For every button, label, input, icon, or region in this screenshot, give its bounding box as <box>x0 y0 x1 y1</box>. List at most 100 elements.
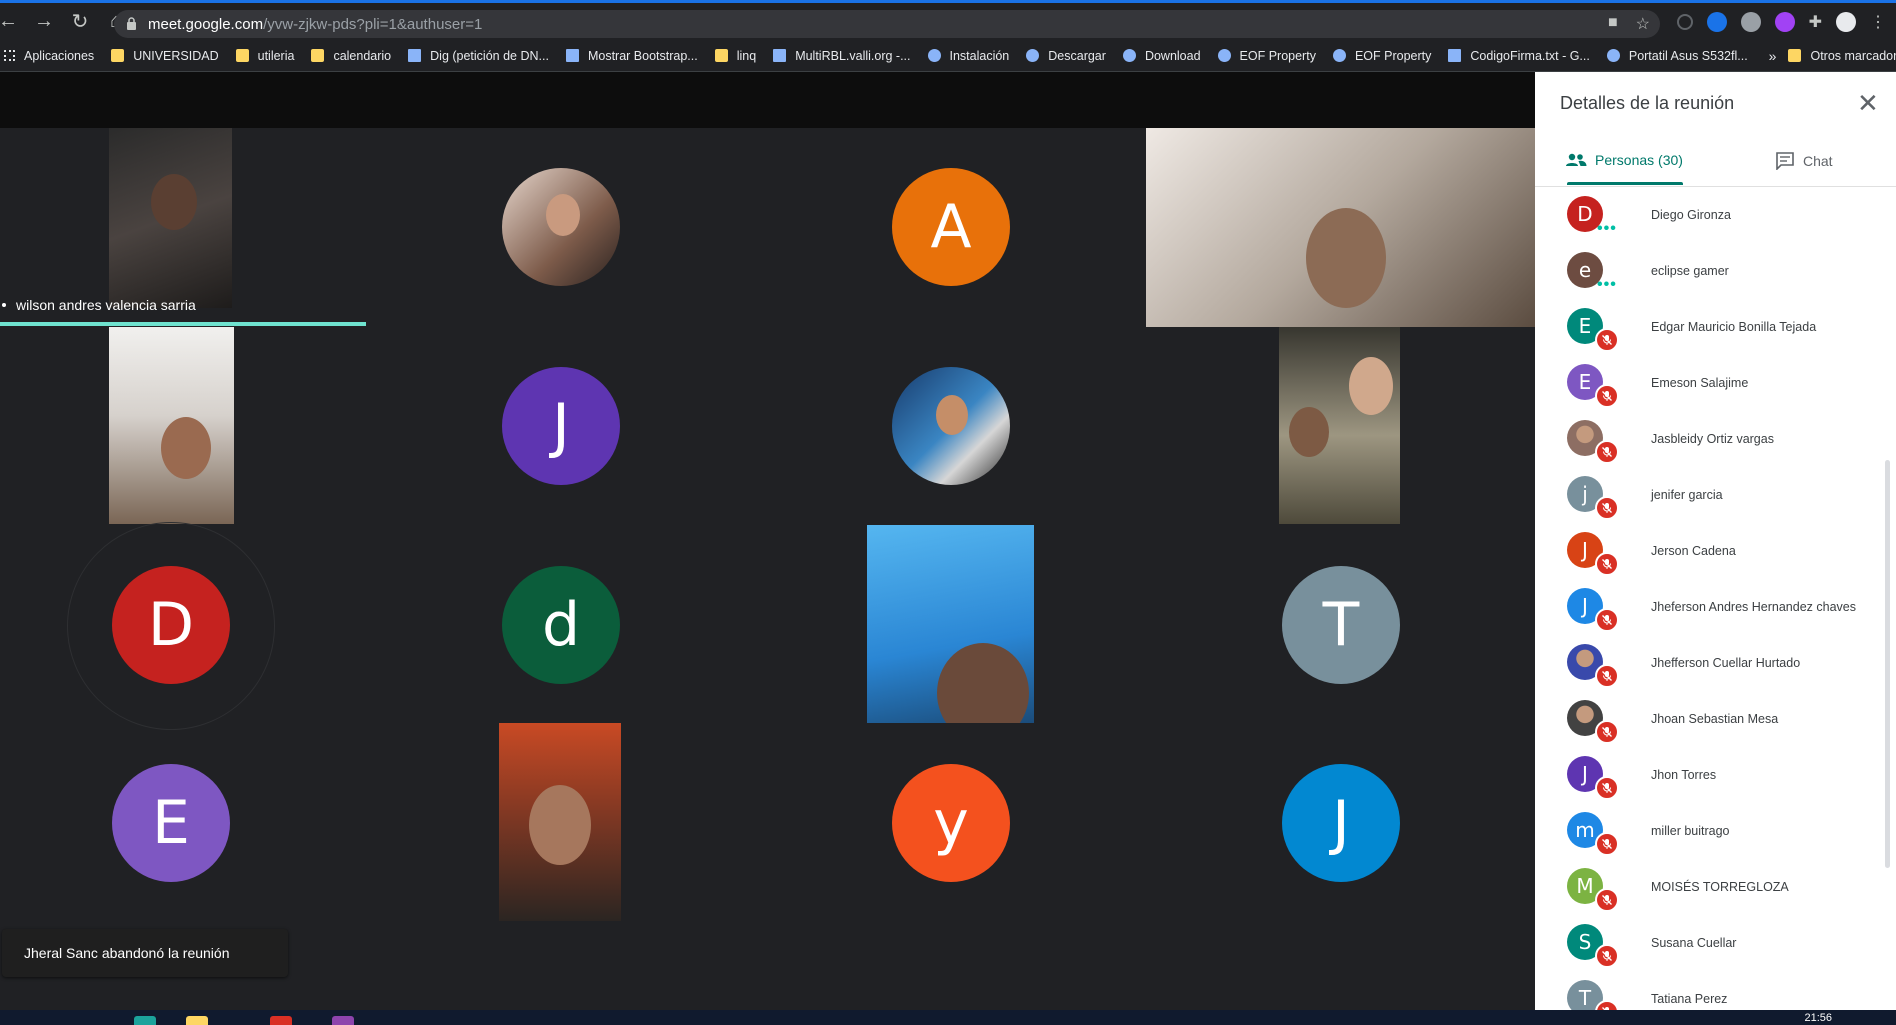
participant-avatar: d <box>502 566 620 684</box>
reload-icon[interactable]: ↻ <box>66 8 94 36</box>
browser-toolbar: ← → ↻ ⌂ meet.google.com /yvw-zjkw-pds?pl… <box>0 0 1896 40</box>
participant-row[interactable]: e ••• eclipse gamer <box>1535 244 1896 300</box>
active-speaker-name: wilson andres valencia sarria <box>2 297 196 313</box>
participant-video <box>867 525 1034 723</box>
bookmark-item[interactable]: Descargar <box>1026 49 1106 63</box>
mic-off-icon <box>1595 328 1619 352</box>
puzzle-extensions-icon[interactable]: ✚ <box>1809 12 1822 32</box>
mic-off-icon <box>1595 888 1619 912</box>
profile-avatar[interactable] <box>1836 12 1856 32</box>
extension-icon[interactable] <box>1774 12 1795 32</box>
stage-top-strip <box>0 72 1535 128</box>
extension-icon[interactable] <box>1706 12 1727 32</box>
menu-kebab-icon[interactable]: ⋮ <box>1870 12 1886 32</box>
mic-off-icon <box>1595 608 1619 632</box>
participant-row[interactable]: m miller buitrago <box>1535 804 1896 860</box>
bookmark-item[interactable]: EOF Property <box>1217 49 1316 63</box>
participant-row[interactable]: Jasbleidy Ortiz vargas <box>1535 412 1896 468</box>
participant-row[interactable]: J Jerson Cadena <box>1535 524 1896 580</box>
apps-grid-icon <box>4 50 15 61</box>
bookmark-item[interactable]: Mostrar Bootstrap... <box>565 49 698 63</box>
edge-taskbar-icon[interactable] <box>134 1016 156 1025</box>
participant-row[interactable]: J Jheferson Andres Hernandez chaves <box>1535 580 1896 636</box>
file-explorer-taskbar-icon[interactable] <box>186 1016 208 1025</box>
folder-icon <box>111 49 125 62</box>
chrome-taskbar-icon[interactable] <box>270 1016 292 1025</box>
bookmark-label: EOF Property <box>1354 48 1432 63</box>
bookmark-item[interactable]: Dig (petición de DN... <box>408 49 549 63</box>
extension-icon[interactable] <box>1740 12 1761 32</box>
bookmark-label: Portatil Asus S532fl... <box>1628 48 1748 63</box>
bookmark-item[interactable]: utileria <box>235 49 294 63</box>
bookmark-other[interactable]: Otros marcadores <box>1788 49 1896 63</box>
tab-people[interactable]: Personas (30) <box>1565 152 1683 168</box>
bookmark-label: Descargar <box>1048 48 1106 63</box>
participant-row[interactable]: S Susana Cuellar <box>1535 916 1896 972</box>
bookmark-item[interactable]: EOF Property <box>1332 48 1432 63</box>
active-speaker-indicator <box>0 322 366 326</box>
bookmark-item[interactable]: CodigoFirma.txt - G... <box>1448 48 1590 63</box>
bookmark-item[interactable]: Instalación <box>927 49 1009 63</box>
bookmark-item[interactable]: Aplicaciones <box>4 49 94 63</box>
extension-icon[interactable] <box>1676 14 1693 30</box>
mic-off-icon <box>1595 776 1619 800</box>
tab-chat[interactable]: Chat <box>1775 152 1833 170</box>
participant-row[interactable]: M MOISÉS TORREGLOZA <box>1535 860 1896 916</box>
chat-icon <box>1776 152 1794 170</box>
bookmark-item[interactable]: linq <box>714 48 757 63</box>
bookmark-label: Aplicaciones <box>24 48 95 63</box>
participant-name: Tatiana Perez <box>1651 992 1728 1006</box>
url-path: /yvw-zjkw-pds?pli=1&authuser=1 <box>263 15 483 33</box>
participant-name: Jasbleidy Ortiz vargas <box>1651 432 1774 446</box>
camera-in-use-icon[interactable]: ■ <box>1608 14 1618 34</box>
asus-icon <box>1606 49 1620 62</box>
bookmarks-bar: Aplicaciones UNIVERSIDAD utileria calendari… <box>0 40 1896 72</box>
bookmark-item[interactable]: calendario <box>311 49 391 63</box>
participant-row[interactable]: j jenifer garcia <box>1535 468 1896 524</box>
participant-avatar: A <box>892 168 1010 286</box>
mic-off-icon <box>1595 664 1619 688</box>
bookmark-item[interactable]: UNIVERSIDAD <box>111 49 219 63</box>
participant-row[interactable]: E Emeson Salajime <box>1535 356 1896 412</box>
panel-title: Detalles de la reunión <box>1560 93 1735 113</box>
participant-row[interactable]: T Tatiana Perez <box>1535 972 1896 1010</box>
participant-video <box>109 128 232 308</box>
mic-off-icon <box>1595 720 1619 744</box>
speaking-indicator-icon: ••• <box>1597 220 1617 237</box>
bookmarks-overflow-icon[interactable]: » <box>1769 48 1777 64</box>
participant-row[interactable]: J Jhon Torres <box>1535 748 1896 804</box>
participant-avatar: y <box>892 764 1010 882</box>
bookmark-label: Dig (petición de DN... <box>430 48 549 63</box>
participant-row[interactable]: Jhoan Sebastian Mesa <box>1535 692 1896 748</box>
bookmark-item[interactable]: Download <box>1122 49 1201 63</box>
address-bar[interactable]: meet.google.com /yvw-zjkw-pds?pli=1&auth… <box>114 10 1660 38</box>
bookmark-item[interactable]: Portatil Asus S532fl... <box>1606 48 1748 63</box>
participant-name: Jhoan Sebastian Mesa <box>1651 712 1779 726</box>
vs-taskbar-icon[interactable] <box>332 1016 354 1025</box>
participant-avatar: J <box>1282 764 1400 882</box>
mic-off-icon <box>1595 832 1619 856</box>
mic-off-icon <box>1595 496 1619 520</box>
participant-row[interactable]: E Edgar Mauricio Bonilla Tejada <box>1535 300 1896 356</box>
participant-name: MOISÉS TORREGLOZA <box>1651 880 1789 894</box>
bookmark-label: CodigoFirma.txt - G... <box>1470 48 1590 63</box>
participant-row[interactable]: Jhefferson Cuellar Hurtado <box>1535 636 1896 692</box>
mic-off-icon <box>1595 384 1619 408</box>
close-icon[interactable]: ✕ <box>1857 88 1879 119</box>
meeting-details-panel: Detalles de la reunión ✕ Personas (30) C… <box>1535 72 1896 1010</box>
globe-icon <box>1026 49 1040 62</box>
participant-row[interactable]: D ••• Diego Gironza <box>1535 188 1896 244</box>
back-icon[interactable]: ← <box>0 8 22 36</box>
t-letter-icon <box>408 49 422 62</box>
screen: ← → ↻ ⌂ meet.google.com /yvw-zjkw-pds?pl… <box>0 0 1896 1025</box>
lock-icon <box>126 17 138 31</box>
bookmark-item[interactable]: MultiRBL.valli.org -... <box>773 49 911 63</box>
participant-name: miller buitrago <box>1651 824 1730 838</box>
participant-video <box>1279 327 1400 524</box>
forward-icon[interactable]: → <box>30 8 58 36</box>
participant-photo-avatar <box>502 168 620 286</box>
speaking-indicator-icon: ••• <box>1597 276 1617 293</box>
star-bookmark-icon[interactable]: ☆ <box>1636 14 1650 34</box>
scrollbar[interactable] <box>1885 460 1890 868</box>
bookmark-label: linq <box>736 48 757 63</box>
